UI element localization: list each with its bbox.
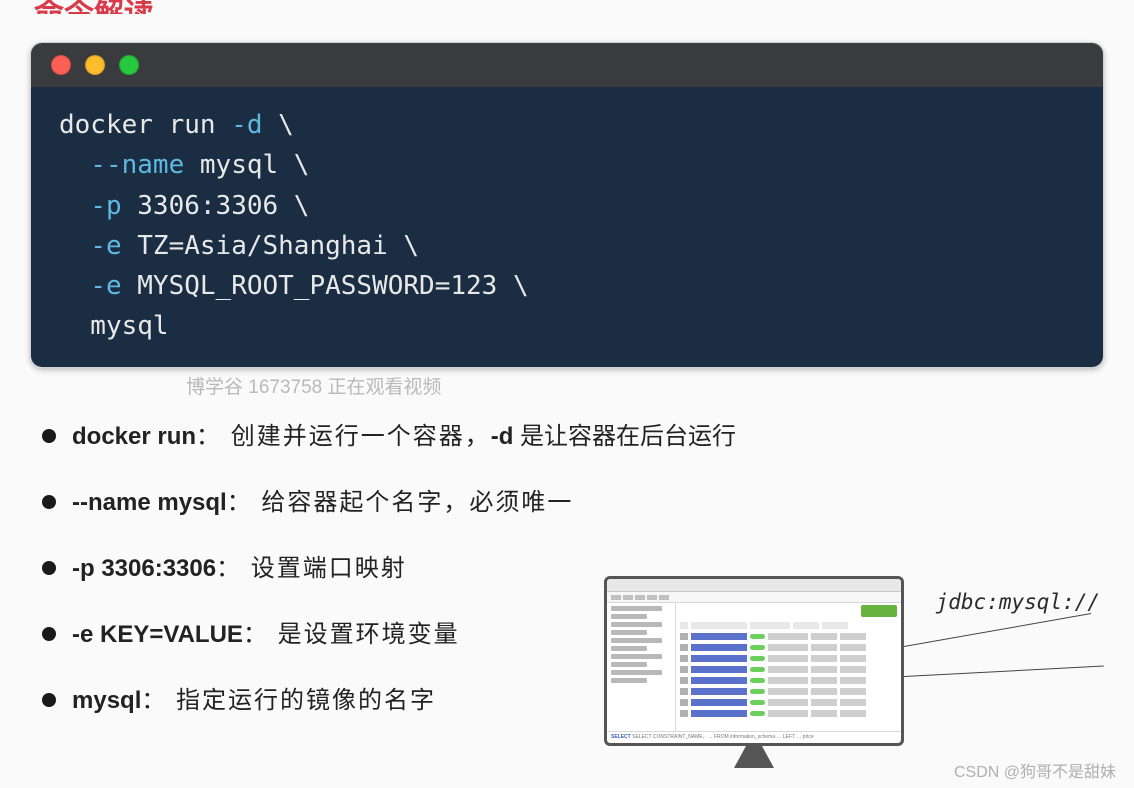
attribution: CSDN @狗哥不是甜妹 (954, 758, 1116, 782)
diagram-area: SELECT SELECT CONSTRAINT_NAME，… FROM inf… (604, 576, 1104, 776)
watermark-text: 博学谷 1673758 正在观看视频 (0, 372, 1134, 399)
list-item: --name mysql： 给容器起个名字，必须唯一 (42, 485, 1104, 521)
page-title: 命令解读 (0, 0, 1134, 14)
terminal-window: docker run -d \ --name mysql \ -p 3306:3… (30, 42, 1104, 368)
jdbc-label: jdbc:mysql:// (936, 590, 1100, 614)
sql-snippet: SELECT SELECT CONSTRAINT_NAME，… FROM inf… (607, 731, 901, 746)
list-item: docker run： 创建并运行一个容器，-d 是让容器在后台运行 (42, 419, 1104, 455)
close-icon[interactable] (51, 55, 71, 75)
minimize-icon[interactable] (85, 55, 105, 75)
connector-line (904, 666, 1104, 677)
connector-line (904, 613, 1091, 647)
maximize-icon[interactable] (119, 55, 139, 75)
db-client-illustration: SELECT SELECT CONSTRAINT_NAME，… FROM inf… (604, 576, 904, 746)
terminal-body: docker run -d \ --name mysql \ -p 3306:3… (31, 87, 1103, 367)
execute-button-illustration (861, 605, 897, 617)
terminal-titlebar (31, 43, 1103, 87)
monitor-stand (734, 746, 774, 768)
